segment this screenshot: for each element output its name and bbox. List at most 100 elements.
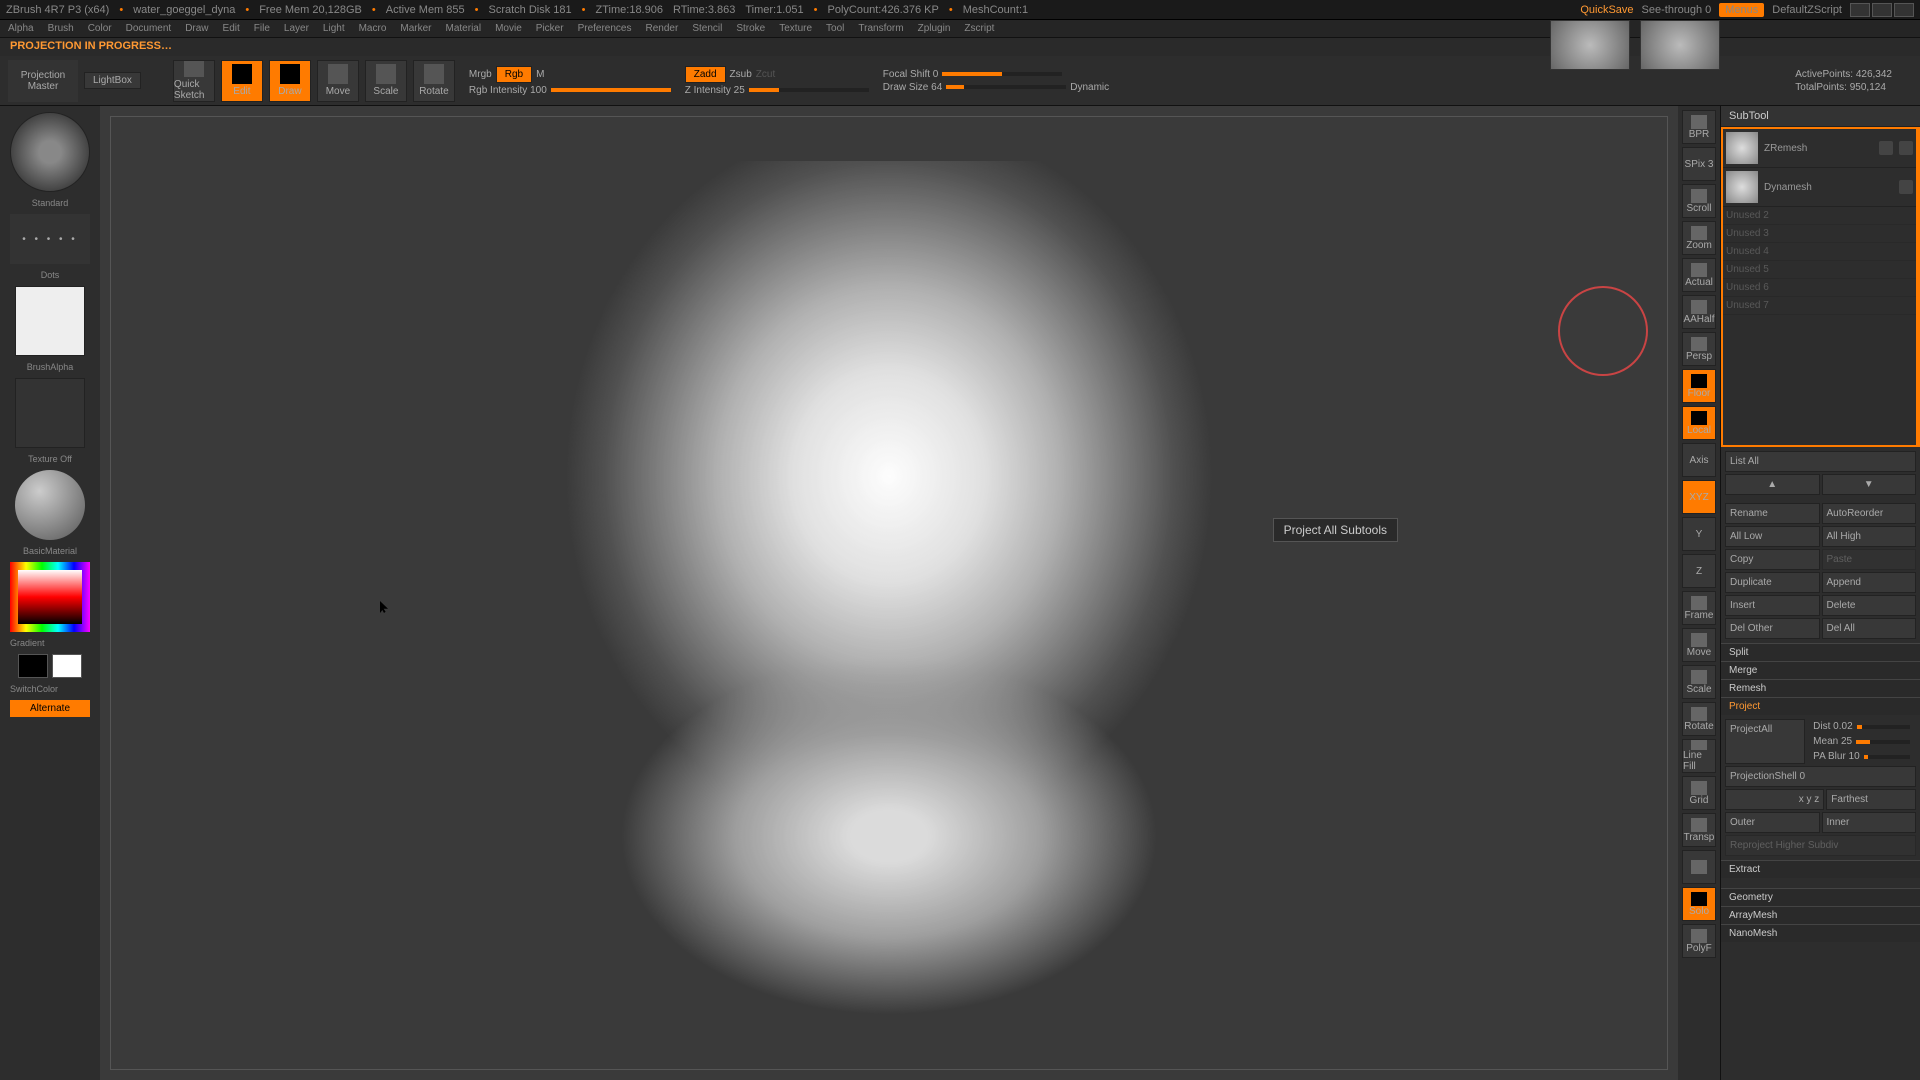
floor-button[interactable]: Floor xyxy=(1682,369,1716,403)
all-low-button[interactable]: All Low xyxy=(1725,526,1820,547)
menu-item[interactable]: Color xyxy=(88,23,112,34)
menu-item[interactable]: Light xyxy=(323,23,345,34)
del-all-button[interactable]: Del All xyxy=(1822,618,1917,639)
move-button[interactable]: Move xyxy=(317,60,359,102)
grid-button[interactable]: Grid xyxy=(1682,776,1716,810)
tool-thumb-remesh[interactable] xyxy=(1550,20,1630,70)
focal-shift-slider[interactable]: Focal Shift 0 xyxy=(883,69,939,80)
menu-item[interactable]: Texture xyxy=(779,23,812,34)
z-button[interactable]: Z xyxy=(1682,554,1716,588)
subtool-item[interactable]: Dynamesh xyxy=(1723,168,1916,207)
maximize-icon[interactable] xyxy=(1872,3,1892,17)
menu-item[interactable]: File xyxy=(254,23,270,34)
menu-item[interactable]: Layer xyxy=(284,23,309,34)
subtool-item[interactable]: Unused 3 xyxy=(1723,225,1916,243)
menu-item[interactable]: Material xyxy=(446,23,482,34)
menu-item[interactable]: Brush xyxy=(48,23,74,34)
rotate-button[interactable]: Rotate xyxy=(413,60,455,102)
menu-item[interactable]: Movie xyxy=(495,23,522,34)
linefill-button[interactable]: Line Fill xyxy=(1682,739,1716,773)
merge-section[interactable]: Merge xyxy=(1721,661,1920,679)
alternate-button[interactable]: Alternate xyxy=(10,700,90,717)
tool-thumb-dynamesh[interactable] xyxy=(1640,20,1720,70)
spix-button[interactable]: SPix 3 xyxy=(1682,147,1716,181)
persp-button[interactable]: Persp xyxy=(1682,332,1716,366)
reproject-button[interactable]: Reproject Higher Subdiv xyxy=(1725,835,1916,856)
zadd-button[interactable]: Zadd xyxy=(685,66,726,83)
menu-item[interactable]: Zplugin xyxy=(918,23,951,34)
geometry-section[interactable]: Geometry xyxy=(1721,888,1920,906)
scale-button[interactable]: Scale xyxy=(365,60,407,102)
swatch-secondary[interactable] xyxy=(18,654,48,678)
swatch-primary[interactable] xyxy=(52,654,82,678)
alpha-picker[interactable] xyxy=(15,286,85,356)
edit-button[interactable]: Edit xyxy=(221,60,263,102)
rgb-intensity-slider[interactable]: Rgb Intensity 100 xyxy=(469,85,547,96)
menu-item[interactable]: Marker xyxy=(400,23,431,34)
default-zscript[interactable]: DefaultZScript xyxy=(1772,4,1842,16)
transp-button[interactable]: Transp xyxy=(1682,813,1716,847)
draw-size-slider[interactable]: Draw Size 64 xyxy=(883,82,942,93)
autoreorder-button[interactable]: AutoReorder xyxy=(1822,503,1917,524)
menu-item[interactable]: Alpha xyxy=(8,23,34,34)
subtool-item[interactable]: Unused 7 xyxy=(1723,297,1916,315)
nanomesh-section[interactable]: NanoMesh xyxy=(1721,924,1920,942)
rename-button[interactable]: Rename xyxy=(1725,503,1820,524)
duplicate-button[interactable]: Duplicate xyxy=(1725,572,1820,593)
quicksave-button[interactable]: QuickSave xyxy=(1580,4,1633,16)
actual-button[interactable]: Actual xyxy=(1682,258,1716,292)
material-picker[interactable] xyxy=(15,470,85,540)
list-all-button[interactable]: List All xyxy=(1725,451,1916,472)
remesh-section[interactable]: Remesh xyxy=(1721,679,1920,697)
nav-rotate-button[interactable]: Rotate xyxy=(1682,702,1716,736)
lightbox-button[interactable]: LightBox xyxy=(84,72,141,89)
farthest-button[interactable]: Farthest xyxy=(1826,789,1916,810)
subtool-item[interactable]: Unused 2 xyxy=(1723,207,1916,225)
aahalf-button[interactable]: AAHalf xyxy=(1682,295,1716,329)
minimize-icon[interactable] xyxy=(1850,3,1870,17)
append-button[interactable]: Append xyxy=(1822,572,1917,593)
rgb-button[interactable]: Rgb xyxy=(496,66,532,83)
subtool-header[interactable]: SubTool xyxy=(1721,106,1920,127)
menu-item[interactable]: Document xyxy=(126,23,172,34)
insert-button[interactable]: Insert xyxy=(1725,595,1820,616)
nav-scale-button[interactable]: Scale xyxy=(1682,665,1716,699)
zoom-button[interactable]: Zoom xyxy=(1682,221,1716,255)
menu-item[interactable]: Render xyxy=(646,23,679,34)
menu-item[interactable]: Stroke xyxy=(736,23,765,34)
ghost-button[interactable] xyxy=(1682,850,1716,884)
viewport[interactable]: Project All Subtools xyxy=(100,106,1678,1080)
menu-item[interactable]: Draw xyxy=(185,23,208,34)
polyf-button[interactable]: PolyF xyxy=(1682,924,1716,958)
scroll-button[interactable]: Scroll xyxy=(1682,184,1716,218)
subtool-item[interactable]: ZRemesh xyxy=(1723,129,1916,168)
projection-shell-slider[interactable]: ProjectionShell 0 xyxy=(1725,766,1916,787)
z-intensity-slider[interactable]: Z Intensity 25 xyxy=(685,85,745,96)
menu-item[interactable]: Transform xyxy=(858,23,903,34)
menu-item[interactable]: Zscript xyxy=(964,23,994,34)
all-high-button[interactable]: All High xyxy=(1822,526,1917,547)
subtool-item[interactable]: Unused 6 xyxy=(1723,279,1916,297)
arrow-down-icon[interactable]: ▼ xyxy=(1822,474,1917,495)
arraymesh-section[interactable]: ArrayMesh xyxy=(1721,906,1920,924)
xyz-button[interactable]: XYZ xyxy=(1682,480,1716,514)
quick-sketch-button[interactable]: Quick Sketch xyxy=(173,60,215,102)
menus-button[interactable]: Menus xyxy=(1719,3,1764,17)
solo-button[interactable]: Solo xyxy=(1682,887,1716,921)
seethrough-slider[interactable]: See-through 0 xyxy=(1642,4,1712,16)
color-picker[interactable] xyxy=(10,562,90,632)
axis-button[interactable]: Axis xyxy=(1682,443,1716,477)
menu-item[interactable]: Tool xyxy=(826,23,844,34)
split-section[interactable]: Split xyxy=(1721,643,1920,661)
del-other-button[interactable]: Del Other xyxy=(1725,618,1820,639)
delete-button[interactable]: Delete xyxy=(1822,595,1917,616)
project-all-button[interactable]: ProjectAll xyxy=(1725,719,1805,764)
copy-button[interactable]: Copy xyxy=(1725,549,1820,570)
arrow-up-icon[interactable]: ▲ xyxy=(1725,474,1820,495)
bpr-button[interactable]: BPR xyxy=(1682,110,1716,144)
brush-picker[interactable] xyxy=(10,112,90,192)
outer-button[interactable]: Outer xyxy=(1725,812,1820,833)
texture-picker[interactable] xyxy=(15,378,85,448)
menu-item[interactable]: Preferences xyxy=(578,23,632,34)
draw-button[interactable]: Draw xyxy=(269,60,311,102)
